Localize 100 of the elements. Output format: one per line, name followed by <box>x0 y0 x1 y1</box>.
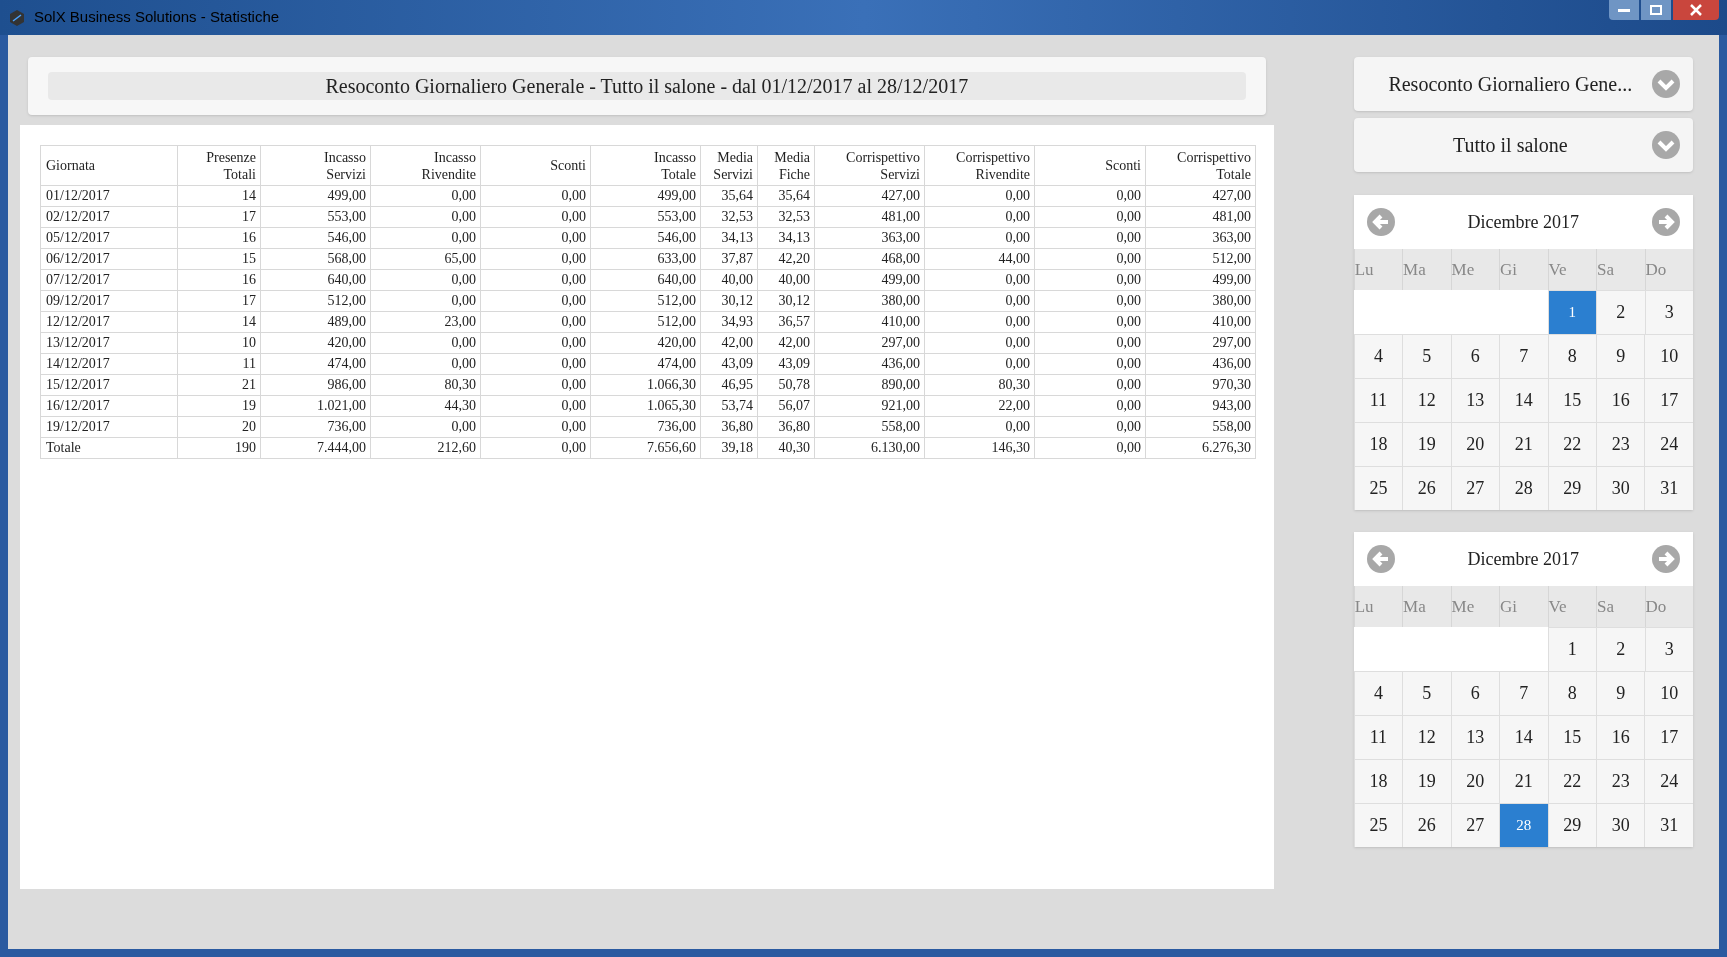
calendar-day[interactable]: 7 <box>1499 334 1548 378</box>
calendar-day[interactable]: 9 <box>1596 671 1645 715</box>
calendar-day[interactable]: 1 <box>1547 290 1597 334</box>
calendar-day[interactable]: 18 <box>1353 422 1403 466</box>
table-cell: 0,00 <box>1034 227 1146 249</box>
calendar-day[interactable]: 22 <box>1547 422 1596 466</box>
table-cell: 380,00 <box>1145 290 1256 312</box>
table-cell: 36,80 <box>757 416 815 438</box>
calendar-day[interactable]: 25 <box>1353 803 1403 847</box>
table-cell: 0,00 <box>1034 269 1146 291</box>
calendar-day[interactable]: 22 <box>1547 759 1596 803</box>
calendar-day[interactable]: 31 <box>1644 803 1693 847</box>
calendar-day[interactable]: 8 <box>1547 671 1596 715</box>
calendar-day[interactable]: 10 <box>1644 334 1693 378</box>
calendar-day[interactable]: 1 <box>1547 627 1597 671</box>
column-header: Media Servizi <box>713 148 753 183</box>
table-cell: 553,00 <box>590 206 701 228</box>
arrow-left-icon[interactable] <box>1365 544 1396 574</box>
table-cell: 36,80 <box>700 416 758 438</box>
calendar-day[interactable]: 24 <box>1644 759 1693 803</box>
table-cell: 481,00 <box>1145 206 1256 228</box>
table-cell: 0,00 <box>924 206 1035 228</box>
column-header: Sconti <box>550 157 586 174</box>
calendar-day[interactable]: 21 <box>1499 759 1548 803</box>
weekday-label: Ve <box>1548 258 1567 281</box>
table-cell: 43,09 <box>700 353 758 375</box>
calendar-day[interactable]: 4 <box>1353 671 1403 715</box>
table-cell: 297,00 <box>814 332 925 354</box>
calendar-day[interactable]: 15 <box>1547 378 1596 422</box>
arrow-right-icon[interactable] <box>1651 544 1681 574</box>
minimize-button[interactable] <box>1609 0 1639 20</box>
calendar-day[interactable]: 11 <box>1353 378 1403 422</box>
close-button[interactable] <box>1673 0 1719 20</box>
chevron-down-icon[interactable] <box>1651 130 1681 160</box>
calendar-day[interactable]: 23 <box>1596 759 1645 803</box>
table-cell: 46,95 <box>700 374 758 396</box>
calendar-day[interactable]: 28 <box>1499 803 1548 847</box>
calendar-day[interactable]: 30 <box>1596 466 1645 510</box>
table-cell: 39,18 <box>700 437 758 459</box>
calendar-month: Dicembre 2017 <box>1467 210 1580 234</box>
arrow-left-icon[interactable] <box>1365 207 1396 237</box>
calendar-day[interactable]: 26 <box>1402 803 1451 847</box>
calendar-day[interactable]: 21 <box>1499 422 1548 466</box>
calendar-day[interactable]: 2 <box>1596 290 1645 334</box>
calendar-day[interactable]: 17 <box>1644 378 1693 422</box>
calendar-day[interactable]: 31 <box>1644 466 1693 510</box>
calendar-day[interactable]: 13 <box>1450 715 1500 759</box>
calendar-day[interactable]: 28 <box>1499 466 1548 510</box>
table-cell: 35,64 <box>700 185 758 207</box>
calendar-day[interactable]: 23 <box>1596 422 1645 466</box>
calendar-day[interactable]: 12 <box>1402 715 1451 759</box>
calendar-day[interactable]: 20 <box>1450 759 1500 803</box>
calendar-day[interactable]: 5 <box>1402 671 1451 715</box>
calendar-day[interactable]: 9 <box>1596 334 1645 378</box>
calendar-day[interactable]: 16 <box>1596 378 1645 422</box>
calendar-day[interactable]: 5 <box>1402 334 1451 378</box>
calendar-day[interactable]: 11 <box>1353 715 1403 759</box>
report-title: Resoconto Giornaliero Generale - Tutto il salone - dal 01/12/2017 al 28/12/2017 <box>48 72 1246 100</box>
calendar-day[interactable]: 8 <box>1547 334 1596 378</box>
maximize-button[interactable] <box>1641 0 1671 20</box>
calendar-day[interactable]: 3 <box>1644 290 1693 334</box>
calendar-day[interactable]: 3 <box>1644 627 1693 671</box>
calendar-day[interactable]: 16 <box>1596 715 1645 759</box>
calendar-day[interactable]: 25 <box>1353 466 1403 510</box>
chevron-down-icon[interactable] <box>1651 69 1681 99</box>
dropdown[interactable]: Tutto il salone <box>1353 118 1693 172</box>
calendar-day[interactable]: 12 <box>1402 378 1451 422</box>
table-cell: 7.656,60 <box>590 437 701 459</box>
calendar-day[interactable]: 7 <box>1499 671 1548 715</box>
calendar-day[interactable]: 26 <box>1402 466 1451 510</box>
calendar-day[interactable]: 27 <box>1450 803 1500 847</box>
table-cell: 05/12/2017 <box>40 227 178 249</box>
calendar-day[interactable]: 18 <box>1353 759 1403 803</box>
app-logo-icon <box>8 8 26 27</box>
table-cell: 0,00 <box>370 206 481 228</box>
calendar-day[interactable]: 14 <box>1499 378 1548 422</box>
calendar-day[interactable]: 15 <box>1547 715 1596 759</box>
table-cell: 37,87 <box>700 248 758 270</box>
calendar-day[interactable]: 19 <box>1402 759 1451 803</box>
calendar-day[interactable]: 24 <box>1644 422 1693 466</box>
calendar-day[interactable]: 4 <box>1353 334 1403 378</box>
calendar-day[interactable]: 30 <box>1596 803 1645 847</box>
calendar-day[interactable]: 17 <box>1644 715 1693 759</box>
calendar-day[interactable]: 20 <box>1450 422 1500 466</box>
calendar-day[interactable]: 13 <box>1450 378 1500 422</box>
table-cell: 20 <box>177 416 261 438</box>
calendar-day[interactable]: 29 <box>1547 466 1596 510</box>
weekday-label: Ve <box>1548 595 1567 618</box>
table-cell: 0,00 <box>480 374 591 396</box>
calendar-day[interactable]: 6 <box>1450 671 1500 715</box>
table-cell: 970,30 <box>1145 374 1256 396</box>
calendar-day[interactable]: 10 <box>1644 671 1693 715</box>
calendar-day[interactable]: 29 <box>1547 803 1596 847</box>
calendar-day[interactable]: 27 <box>1450 466 1500 510</box>
calendar-day[interactable]: 2 <box>1596 627 1645 671</box>
calendar-day[interactable]: 19 <box>1402 422 1451 466</box>
calendar-day[interactable]: 6 <box>1450 334 1500 378</box>
arrow-right-icon[interactable] <box>1651 207 1681 237</box>
calendar-day[interactable]: 14 <box>1499 715 1548 759</box>
dropdown[interactable]: Resoconto Giornaliero Gene... <box>1353 57 1693 111</box>
